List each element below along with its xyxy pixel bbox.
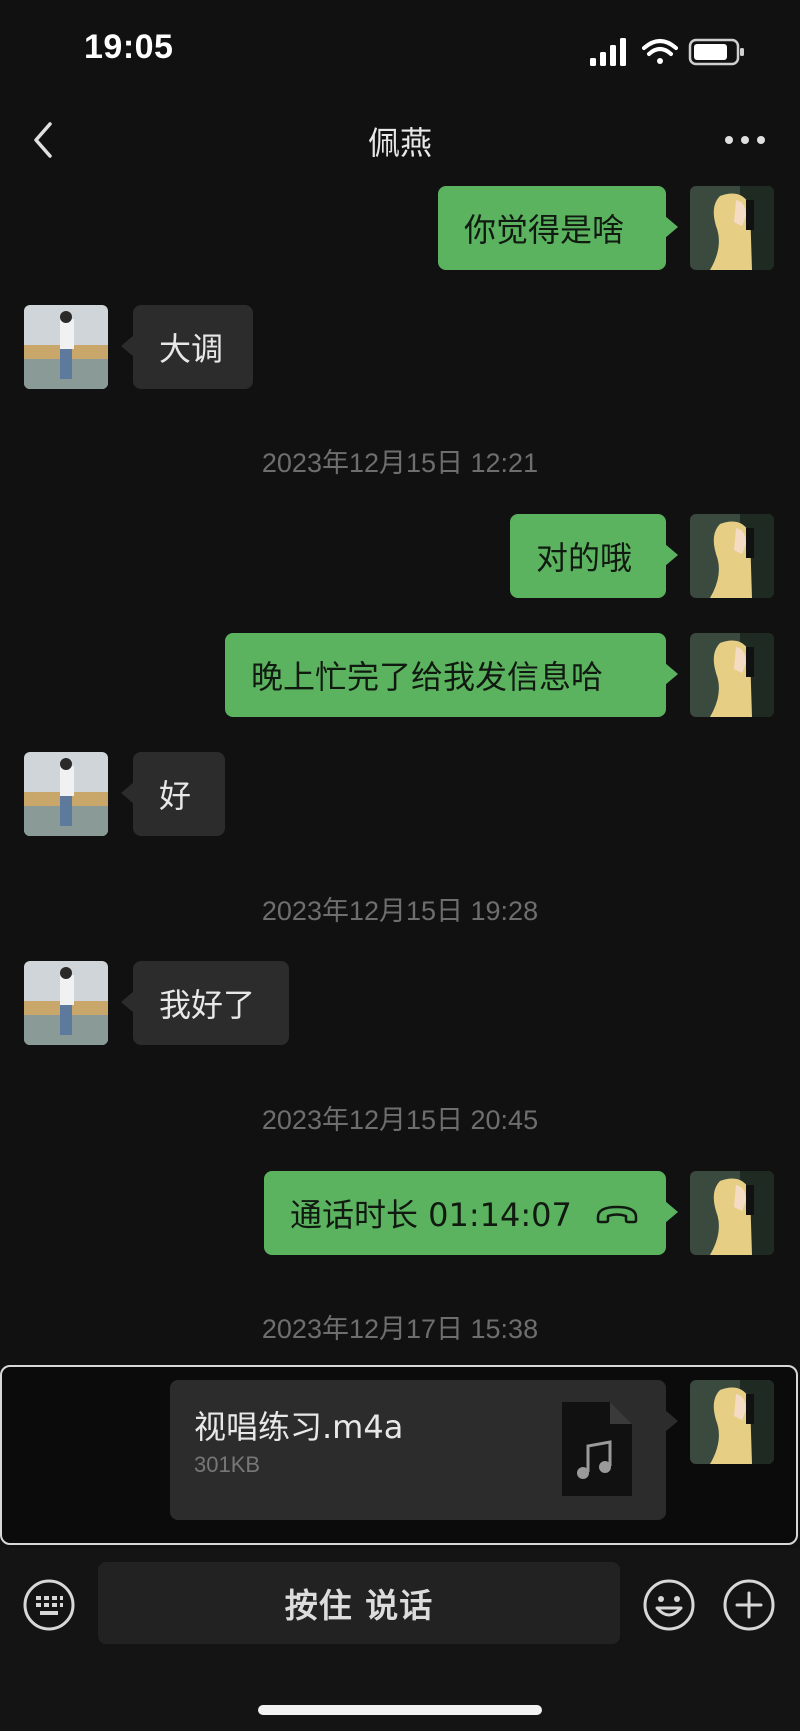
my-avatar[interactable] [690, 514, 774, 598]
more-button[interactable] [724, 130, 766, 150]
keyboard-icon [23, 1579, 75, 1631]
message-text: 晚上忙完了给我发信息哈 [251, 658, 604, 696]
file-size: 301KB [194, 1452, 261, 1477]
phone-hangup-icon [596, 1205, 638, 1224]
call-record-bubble[interactable]: 通话时长 01:14:07 [264, 1171, 678, 1255]
message-bubble-outgoing[interactable]: 你觉得是啥 [438, 186, 678, 270]
message-bubble-incoming[interactable]: 大调 [121, 305, 253, 389]
message-bubble-incoming[interactable]: 我好了 [121, 961, 289, 1045]
emoji-icon [643, 1579, 695, 1631]
my-avatar[interactable] [690, 1380, 774, 1464]
my-avatar[interactable] [690, 186, 774, 270]
more-dots-icon [725, 136, 765, 144]
status-icons [588, 36, 748, 68]
file-message-card[interactable]: 视唱练习.m4a 301KB [170, 1380, 678, 1520]
home-indicator[interactable] [258, 1705, 542, 1715]
timestamp: 2023年12月15日 20:45 [261, 1105, 539, 1135]
timestamp: 2023年12月17日 15:38 [261, 1314, 539, 1344]
plus-icon [723, 1579, 775, 1631]
emoji-button[interactable] [642, 1578, 696, 1632]
status-time: 19:05 [84, 28, 174, 66]
message-text: 大调 [159, 330, 224, 368]
file-name: 视唱练习.m4a [194, 1408, 404, 1446]
my-avatar[interactable] [690, 1171, 774, 1255]
signal-icon [590, 38, 626, 66]
message-bubble-outgoing[interactable]: 晚上忙完了给我发信息哈 [225, 633, 678, 717]
message-text: 你觉得是啥 [464, 211, 625, 249]
message-bubble-incoming[interactable]: 好 [121, 752, 225, 836]
chat-title: 佩燕 [367, 124, 432, 162]
message-text: 对的哦 [536, 539, 633, 577]
contact-avatar[interactable] [24, 752, 108, 836]
message-bubble-outgoing[interactable]: 对的哦 [510, 514, 678, 598]
timestamp: 2023年12月15日 19:28 [261, 896, 539, 926]
contact-avatar[interactable] [24, 961, 108, 1045]
wifi-icon [642, 39, 678, 64]
timestamp: 2023年12月15日 12:21 [261, 448, 539, 478]
message-text: 好 [159, 777, 192, 815]
battery-icon [688, 38, 744, 66]
music-file-icon [562, 1402, 632, 1496]
my-avatar[interactable] [690, 633, 774, 717]
more-functions-button[interactable] [722, 1578, 776, 1632]
hold-to-talk-button[interactable]: 按住 说话 [98, 1562, 620, 1644]
contact-avatar[interactable] [24, 305, 108, 389]
message-text: 我好了 [159, 986, 256, 1024]
keyboard-toggle-button[interactable] [22, 1578, 76, 1632]
call-duration-text: 通话时长 01:14:07 [290, 1196, 572, 1234]
